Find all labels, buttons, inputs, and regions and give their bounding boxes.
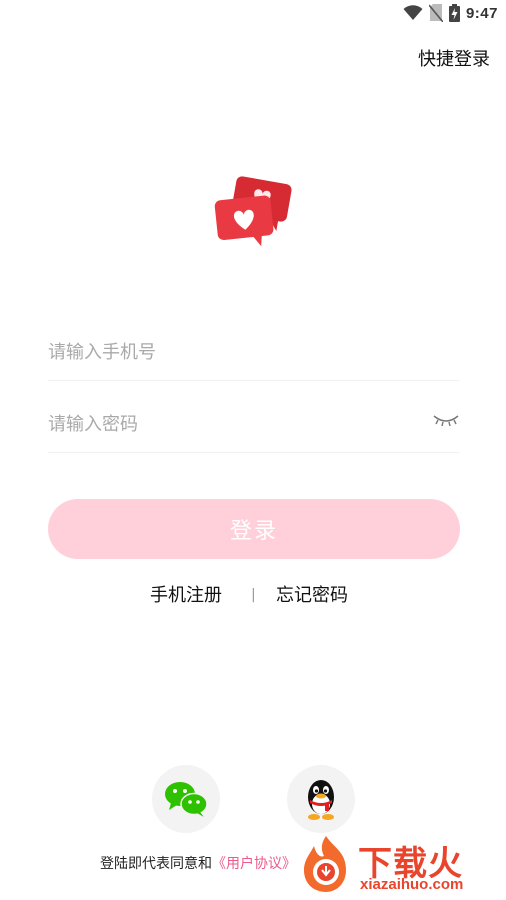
qq-login-button[interactable]: [287, 765, 355, 833]
heart-chat-bubbles-logo: [214, 176, 292, 247]
phone-input[interactable]: [48, 324, 460, 380]
phone-field: [48, 324, 460, 381]
login-button[interactable]: 登录: [48, 499, 460, 559]
register-link[interactable]: 手机注册: [150, 581, 222, 607]
password-input[interactable]: [48, 396, 408, 452]
flame-logo-icon: [304, 836, 346, 892]
user-agreement-link[interactable]: 《用户协议》: [212, 856, 296, 872]
status-icons: 9:47: [403, 4, 498, 22]
password-field: [48, 396, 460, 453]
wechat-icon: [165, 782, 208, 817]
auth-links: 手机注册 | 忘记密码: [0, 581, 506, 609]
watermark: 下载火 xiazaihuo.com: [296, 830, 506, 900]
battery-charging-icon: [448, 4, 460, 22]
quick-login-button[interactable]: 快捷登录: [418, 45, 490, 71]
forgot-password-link[interactable]: 忘记密码: [276, 581, 348, 607]
wifi-icon: [403, 5, 423, 20]
eye-closed-icon[interactable]: [432, 412, 460, 430]
agreement-text: 登陆即代表同意和《用户协议》: [100, 853, 296, 873]
status-time: 9:47: [465, 4, 498, 22]
status-bar: 9:47: [0, 0, 506, 28]
agreement-prefix: 登陆即代表同意和: [100, 856, 212, 872]
no-sim-icon: [428, 4, 443, 22]
watermark-url: xiazaihuo.com: [360, 876, 464, 893]
qq-icon: [308, 780, 334, 820]
link-separator: |: [251, 587, 256, 603]
wechat-login-button[interactable]: [152, 765, 220, 833]
